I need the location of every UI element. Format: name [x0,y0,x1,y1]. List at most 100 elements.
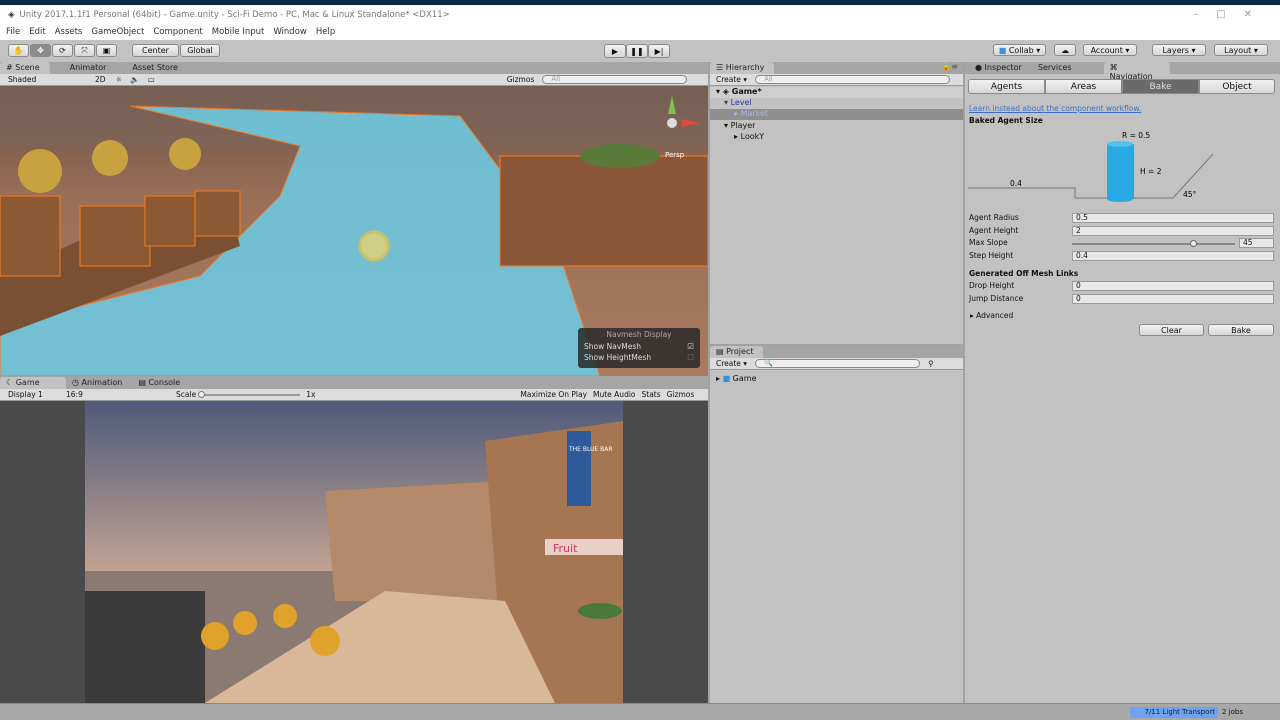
game-view[interactable]: THE BLUE BAR Fruit [0,401,708,703]
scene-viewport[interactable]: Persp Navmesh Display Show NavMesh ☑ Show… [0,86,708,376]
agent-size-diagram: R = 0.5 H = 2 0.4 45° [968,131,1214,202]
rotate-icon: ⟳ [59,46,66,55]
project-create-dropdown[interactable]: Create ▾ [716,359,747,368]
tab-scene[interactable]: # Scene [0,62,50,74]
scene-gizmos-dropdown[interactable]: Gizmos [507,75,535,84]
hierarchy-item-looky[interactable]: ▸ LookY [734,132,764,141]
scene-toolbar: Shaded 2D ☼ 🔈 ▭ Gizmos All [0,74,708,86]
scene-root-item[interactable]: ▾ ◈ Game* [710,87,963,98]
maximize-on-play-toggle[interactable]: Maximize On Play [520,390,587,399]
component-workflow-link[interactable]: Learn instead about the component workfl… [969,104,1141,113]
project-tabs: ▤ Project [710,346,963,358]
lighting-progress-bar[interactable]: 7/11 Light Transport [1130,707,1218,718]
menu-component[interactable]: Component [153,27,202,37]
display-dropdown[interactable]: Display 1 [8,390,66,399]
advanced-foldout[interactable]: ▸ Advanced [970,311,1013,320]
tab-animation[interactable]: ◷ Animation [66,377,132,389]
menu-window[interactable]: Window [273,27,307,37]
hand-icon: ✋ [13,46,24,55]
tab-project[interactable]: ▤ Project [710,346,764,358]
show-navmesh-row[interactable]: Show NavMesh ☑ [578,339,700,351]
offmesh-heading: Generated Off Mesh Links [969,269,1079,278]
agent-height-field[interactable]: 2 [1072,226,1274,236]
account-dropdown[interactable]: Account ▾ [1083,44,1137,56]
pause-button[interactable]: ❚❚ [626,44,648,58]
menu-edit[interactable]: Edit [29,27,45,37]
tab-game[interactable]: ☾ Game [0,377,66,389]
pivot-global-button[interactable]: Global [180,44,220,57]
shading-mode-dropdown[interactable]: Shaded [8,75,90,84]
hierarchy-item-level[interactable]: ▾ Level [724,98,752,107]
rect-tool-button[interactable]: ▣ [96,44,117,57]
menu-file[interactable]: File [6,27,20,37]
hand-tool-button[interactable]: ✋ [8,44,29,57]
scene-panel: # Scene Animator Asset Store Shaded 2D ☼… [0,62,708,376]
show-navmesh-checkbox[interactable]: ☑ [687,342,694,351]
nav-tab-bake[interactable]: Bake [1122,79,1199,94]
show-heightmesh-checkbox[interactable]: ☐ [687,353,694,362]
layout-dropdown[interactable]: Layout ▾ [1214,44,1268,56]
scale-label: Scale [176,390,197,399]
tab-navigation[interactable]: ⌘ Navigation [1103,62,1170,81]
move-icon: ✥ [37,46,44,55]
tab-animator[interactable]: Animator [64,62,117,74]
play-button[interactable]: ▶ [604,44,626,58]
tab-hierarchy[interactable]: ☰ Hierarchy [710,62,775,74]
2d-toggle[interactable]: 2D [95,75,106,84]
rect-icon: ▣ [102,46,111,55]
lock-icon[interactable]: 🔒≡ [941,62,958,71]
nav-tab-areas[interactable]: Areas [1045,79,1122,94]
slider-thumb[interactable] [1190,240,1198,247]
step-button[interactable]: ▶| [648,44,670,58]
agent-radius-field[interactable]: 0.5 [1072,213,1274,223]
lighting-icon[interactable]: ☼ [116,75,123,84]
rotate-tool-button[interactable]: ⟳ [52,44,73,57]
game-gizmos-dropdown[interactable]: Gizmos [667,390,695,399]
hierarchy-create-dropdown[interactable]: Create ▾ [716,75,747,84]
scene-search-input[interactable]: All [542,75,688,84]
menu-bar: File Edit Assets GameObject Component Mo… [0,24,1280,40]
max-slope-slider[interactable] [1072,240,1235,247]
bake-button[interactable]: Bake [1208,324,1274,336]
mute-audio-toggle[interactable]: Mute Audio [593,390,635,399]
hierarchy-item-market[interactable]: ▸ Market [710,109,963,120]
scale-value: 1x [306,390,316,399]
window-controls[interactable]: –□✕ [1193,9,1270,20]
blue-bar-sign [567,431,591,506]
show-heightmesh-row[interactable]: Show HeightMesh ☐ [578,351,700,362]
drop-height-field[interactable]: 0 [1072,281,1274,291]
hierarchy-search-input[interactable]: All [755,75,951,84]
menu-mobile-input[interactable]: Mobile Input [212,27,265,37]
max-slope-field[interactable]: 45 [1239,238,1274,248]
aspect-dropdown[interactable]: 16:9 [66,390,176,399]
scale-slider[interactable] [198,390,301,398]
step-height-field[interactable]: 0.4 [1072,251,1274,261]
nav-tab-object[interactable]: Object [1199,79,1275,94]
jump-distance-field[interactable]: 0 [1072,294,1274,304]
menu-help[interactable]: Help [316,27,335,37]
stats-toggle[interactable]: Stats [642,390,661,399]
effects-icon[interactable]: ▭ [148,75,155,84]
tab-console[interactable]: ▤ Console [132,377,190,389]
hierarchy-tabs: ☰ Hierarchy 🔒≡ [710,62,963,74]
scene-tabs: # Scene Animator Asset Store [0,62,708,74]
nav-tab-agents[interactable]: Agents [968,79,1045,94]
scale-tool-button[interactable]: ⤧ [74,44,95,57]
hierarchy-item-player[interactable]: ▾ Player [724,121,755,130]
tab-services[interactable]: Services [1032,62,1082,74]
collab-dropdown[interactable]: ■ Collab ▾ [993,44,1046,56]
tab-asset-store[interactable]: Asset Store [126,62,188,74]
audio-icon[interactable]: 🔈 [130,75,139,84]
pivot-center-button[interactable]: Center [132,44,179,57]
project-search-input[interactable]: 🔍 [755,359,921,368]
filter-icon[interactable]: ⚲ [928,359,934,368]
jobs-count: 2 jobs [1222,708,1243,716]
menu-assets[interactable]: Assets [55,27,83,37]
tab-inspector[interactable]: ● Inspector [969,62,1032,74]
menu-gameobject[interactable]: GameObject [91,27,144,37]
layers-dropdown[interactable]: Layers ▾ [1152,44,1206,56]
move-tool-button[interactable]: ✥ [30,44,51,57]
cloud-button[interactable]: ☁ [1054,44,1076,56]
project-item-game[interactable]: ▸ ■ Game [716,374,757,383]
clear-button[interactable]: Clear [1139,324,1204,336]
